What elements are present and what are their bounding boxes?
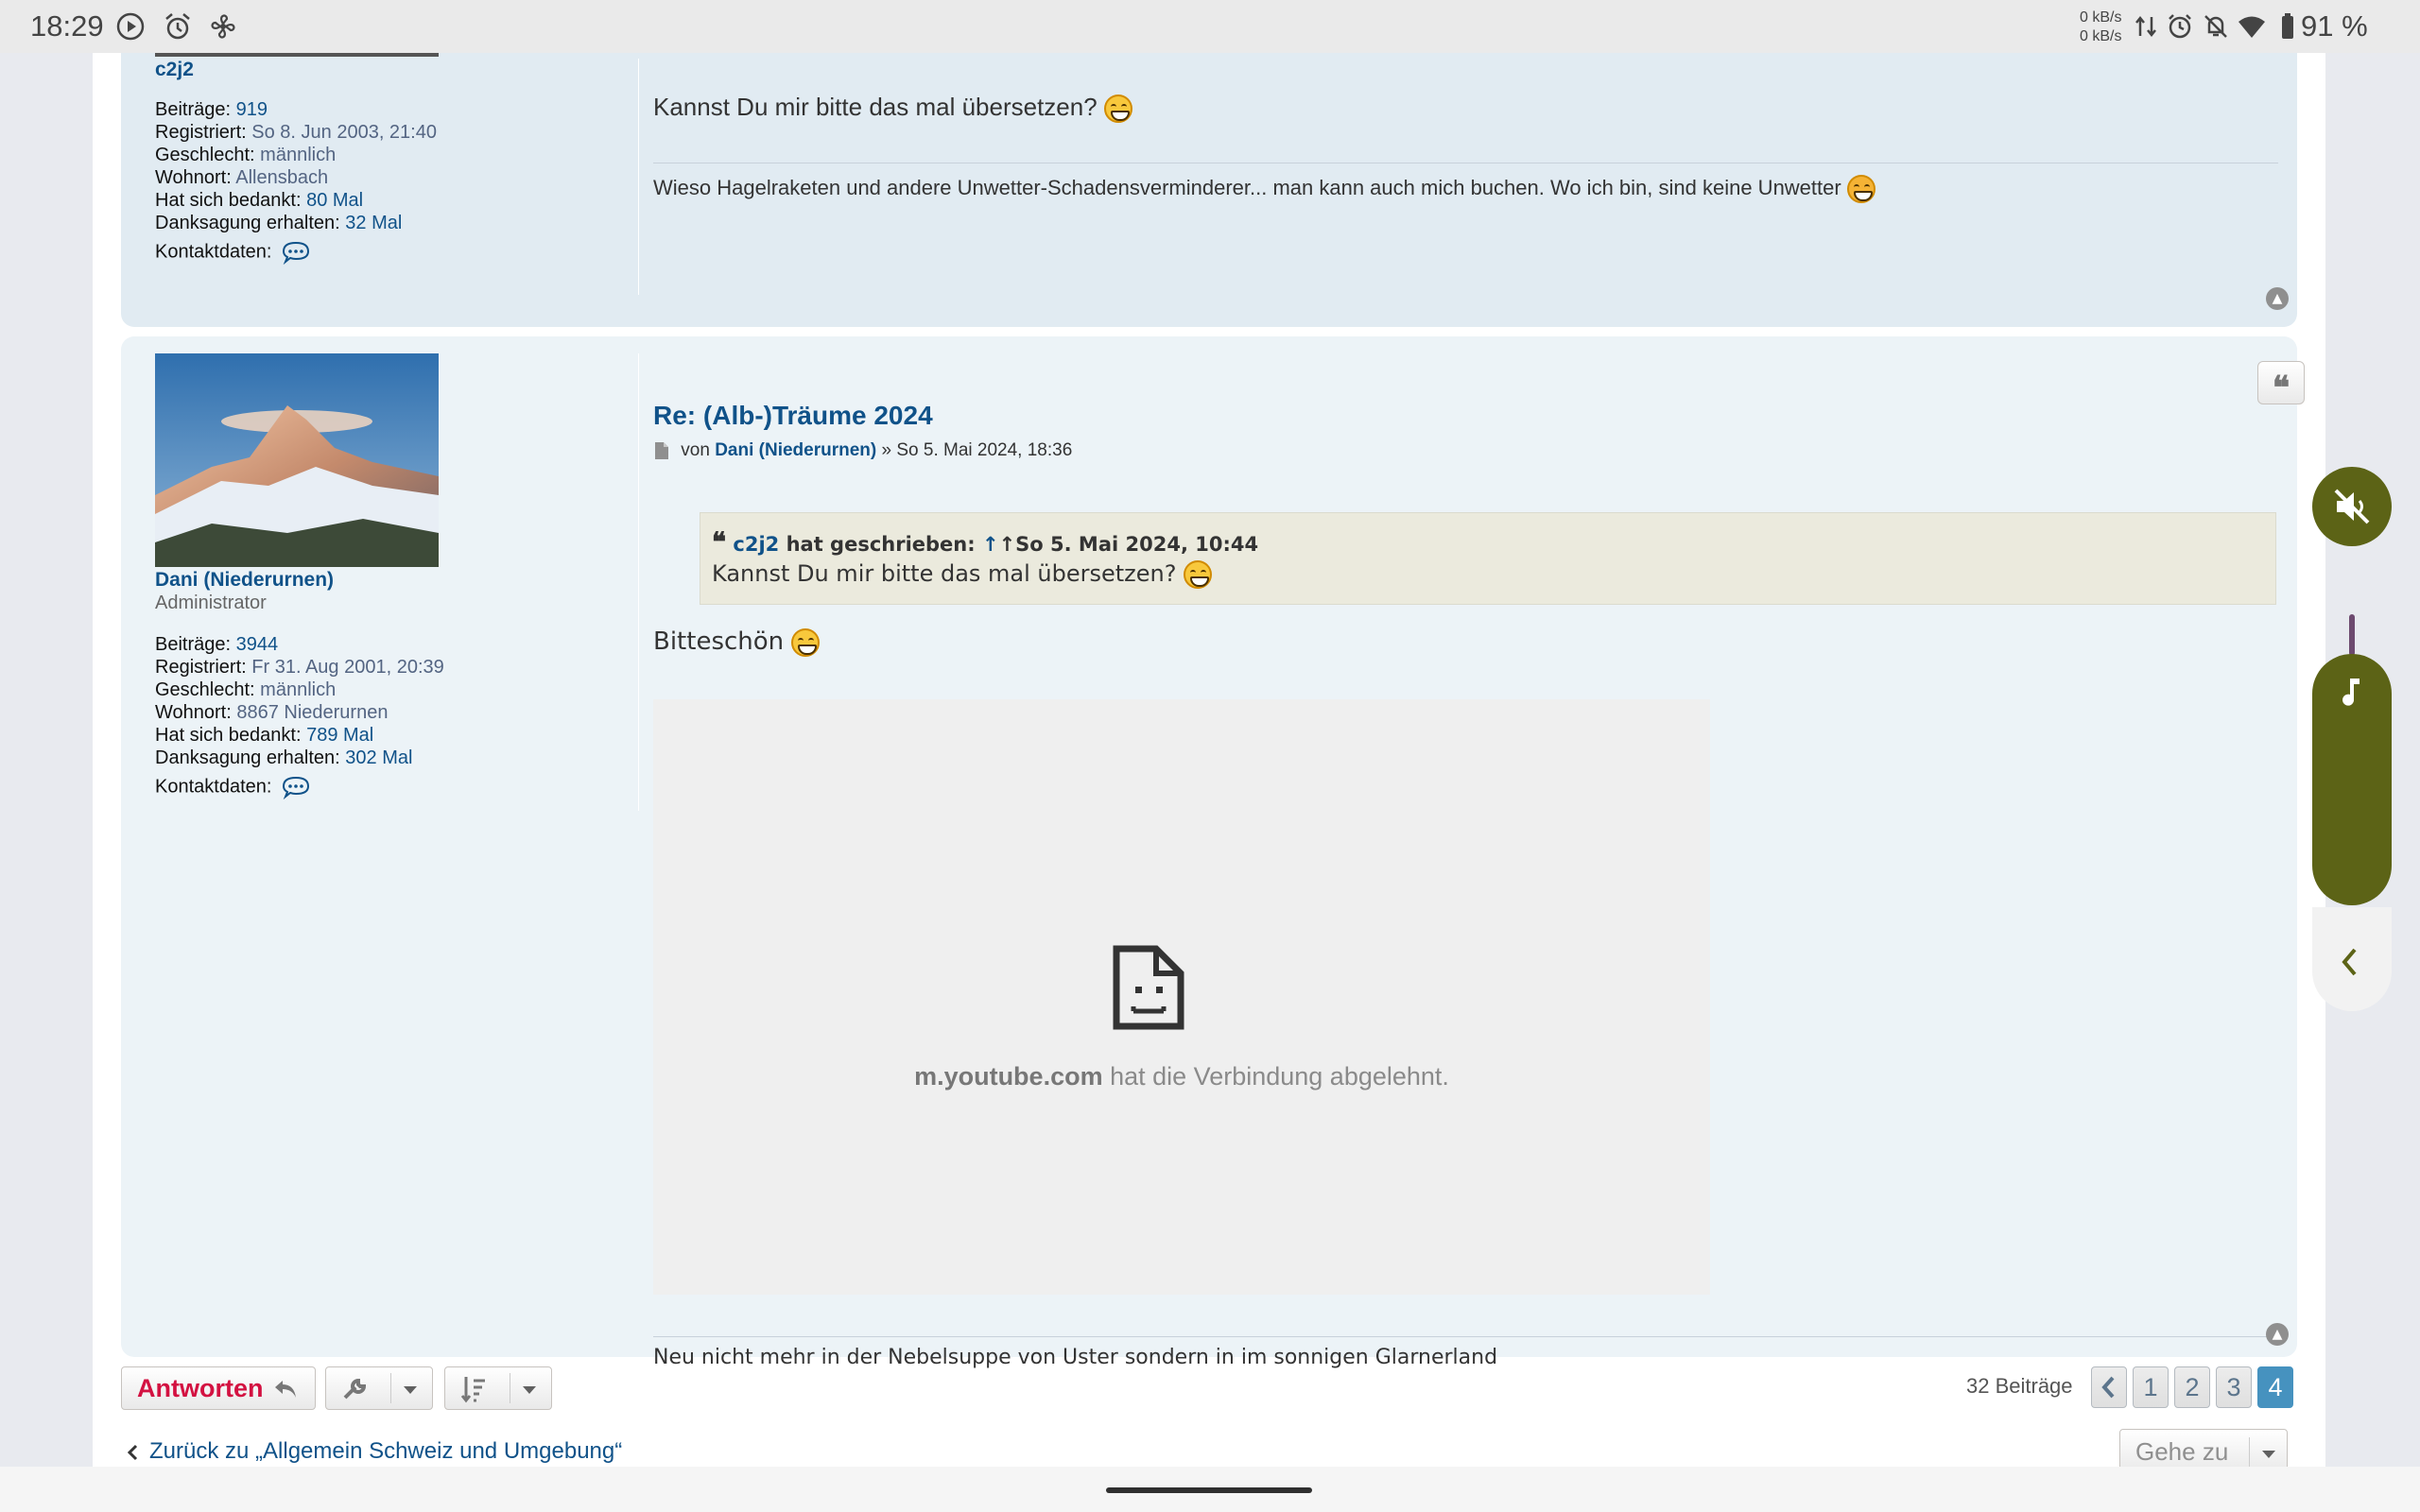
- profile-field: Beiträge: 3944: [155, 634, 279, 655]
- post-text: Kannst Du mir bitte das mal übersetzen?: [653, 93, 2278, 124]
- author-name[interactable]: c2j2: [155, 59, 609, 81]
- forum-page: c2j2 Beiträge: 919 Registriert: So 8. Ju…: [93, 53, 2325, 1467]
- gesture-nav-bar: [0, 1467, 2420, 1512]
- notifications-off-icon: [2204, 15, 2227, 38]
- fan-icon: [211, 14, 235, 39]
- grin-emoji-icon: [791, 627, 821, 657]
- page-4-button[interactable]: 4: [2257, 1366, 2293, 1408]
- profile-field: Geschlecht: männlich: [155, 679, 337, 700]
- post-text: Bitteschön: [653, 627, 821, 657]
- profile-field: Danksagung erhalten: 302 Mal: [155, 747, 413, 768]
- author-profile: Dani (Niederurnen) Administrator Beiträg…: [155, 569, 609, 800]
- wrench-icon: [343, 1378, 367, 1400]
- profile-field: Registriert: Fr 31. Aug 2001, 20:39: [155, 657, 444, 678]
- profile-divider: [638, 59, 639, 295]
- wifi-icon: [2238, 16, 2265, 38]
- youtube-embed[interactable]: m.youtube.com hat die Verbindung abgeleh…: [653, 699, 1710, 1295]
- home-handle[interactable]: [1106, 1487, 1312, 1493]
- sort-icon: [460, 1377, 485, 1403]
- profile-divider: [638, 353, 639, 811]
- chevron-left-icon: [2101, 1376, 2115, 1399]
- quote-text: Kannst Du mir bitte das mal übersetzen?: [712, 560, 1213, 589]
- data-arrows-icon: [2135, 15, 2156, 38]
- back-link[interactable]: Zurück zu „Allgemein Schweiz und Umgebun…: [127, 1438, 622, 1465]
- volume-slider[interactable]: [2312, 654, 2392, 905]
- post-content: Re: (Alb-)Träume 2024 von Dani (Niederur…: [653, 401, 2278, 461]
- reply-arrow-icon: [275, 1381, 296, 1398]
- back-to-top-icon[interactable]: ▲: [2266, 1323, 2289, 1346]
- profile-field: Wohnort: 8867 Niederurnen: [155, 702, 389, 723]
- quote-mark-icon: ❝: [712, 526, 727, 558]
- sort-dropdown[interactable]: [444, 1366, 552, 1410]
- avatar[interactable]: [155, 353, 439, 567]
- signature: Wieso Hagelraketen und andere Unwetter-S…: [653, 175, 2278, 204]
- alarm-clock-icon: [2169, 14, 2191, 39]
- chevron-down-icon: [404, 1386, 417, 1394]
- chevron-down-icon: [2262, 1451, 2275, 1458]
- battery-icon: [2282, 13, 2293, 39]
- profile-field: Hat sich bedankt: 789 Mal: [155, 725, 374, 746]
- back-to-top-icon[interactable]: ▲: [2266, 287, 2289, 310]
- alarm-icon: [165, 13, 190, 40]
- chat-bubble-icon[interactable]: [281, 240, 311, 266]
- tools-dropdown[interactable]: [325, 1366, 433, 1410]
- battery-percent: 91 %: [2301, 9, 2368, 43]
- quote-button[interactable]: ❝: [2257, 361, 2305, 407]
- meta-author-link[interactable]: Dani (Niederurnen): [715, 440, 876, 460]
- dizzy-emoji-icon: [1846, 175, 1876, 204]
- quote-block: ❝ c2j2 hat geschrieben: ↑↑So 5. Mai 2024…: [700, 512, 2276, 605]
- profile-field: Wohnort: Allensbach: [155, 167, 329, 188]
- author-rank: Administrator: [155, 593, 267, 613]
- mute-button[interactable]: [2312, 467, 2392, 546]
- post-meta: von Dani (Niederurnen) » So 5. Mai 2024,…: [653, 440, 2278, 461]
- volume-indicator: [2349, 614, 2355, 656]
- chevron-down-icon: [523, 1386, 536, 1394]
- profile-field: Danksagung erhalten: 32 Mal: [155, 213, 403, 233]
- clock: 18:29: [30, 9, 104, 43]
- page-3-button[interactable]: 3: [2216, 1366, 2252, 1408]
- page-2-button[interactable]: 2: [2174, 1366, 2210, 1408]
- post-title[interactable]: Re: (Alb-)Träume 2024: [653, 401, 2278, 431]
- contact-row: Kontaktdaten:: [155, 775, 609, 800]
- author-profile: c2j2 Beiträge: 919 Registriert: So 8. Ju…: [155, 59, 609, 266]
- status-bar: 18:29 0 kB/s 0 kB/s 91 %: [0, 0, 2420, 53]
- volume-off-icon: [2334, 489, 2370, 524]
- quote-header: ❝ c2j2 hat geschrieben: ↑↑So 5. Mai 2024…: [712, 526, 1259, 558]
- chevron-left-icon: [127, 1444, 138, 1460]
- grin-emoji-icon: [1184, 560, 1213, 589]
- grin-emoji-icon: [1103, 94, 1132, 124]
- avatar-bottom-edge: [155, 53, 439, 57]
- profile-field: Geschlecht: männlich: [155, 145, 337, 165]
- reply-button[interactable]: Antworten: [121, 1366, 316, 1410]
- profile-field: Registriert: So 8. Jun 2003, 21:40: [155, 122, 437, 143]
- post-c2j2: c2j2 Beiträge: 919 Registriert: So 8. Ju…: [121, 53, 2297, 327]
- network-speed: 0 kB/s 0 kB/s: [2080, 9, 2122, 44]
- play-icon: [116, 12, 145, 41]
- sad-document-icon: [1113, 945, 1184, 1030]
- profile-field: Hat sich bedankt: 80 Mal: [155, 190, 364, 211]
- prev-page-button[interactable]: [2091, 1366, 2127, 1408]
- signature: Neu nicht mehr in der Nebelsuppe von Ust…: [653, 1346, 1498, 1369]
- contact-row: Kontaktdaten:: [155, 240, 609, 266]
- page-1-button[interactable]: 1: [2133, 1366, 2169, 1408]
- post-content: Kannst Du mir bitte das mal übersetzen? …: [653, 93, 2278, 204]
- author-name[interactable]: Dani (Niederurnen): [155, 569, 609, 592]
- side-panel-handle[interactable]: [2312, 907, 2392, 1011]
- post-dani: Dani (Niederurnen) Administrator Beiträg…: [121, 336, 2305, 1369]
- music-note-icon: [2342, 679, 2360, 706]
- chat-bubble-icon[interactable]: [281, 775, 311, 800]
- profile-field: Beiträge: 919: [155, 99, 268, 120]
- embed-error-message: m.youtube.com hat die Verbindung abgeleh…: [914, 1062, 1449, 1091]
- jump-to-dropdown[interactable]: Gehe zu: [2119, 1429, 2288, 1467]
- signature-divider: [653, 1336, 2278, 1337]
- post-count: 32 Beiträge: [1966, 1374, 2073, 1398]
- post-file-icon[interactable]: [653, 441, 670, 460]
- chevron-left-icon: [2342, 948, 2357, 976]
